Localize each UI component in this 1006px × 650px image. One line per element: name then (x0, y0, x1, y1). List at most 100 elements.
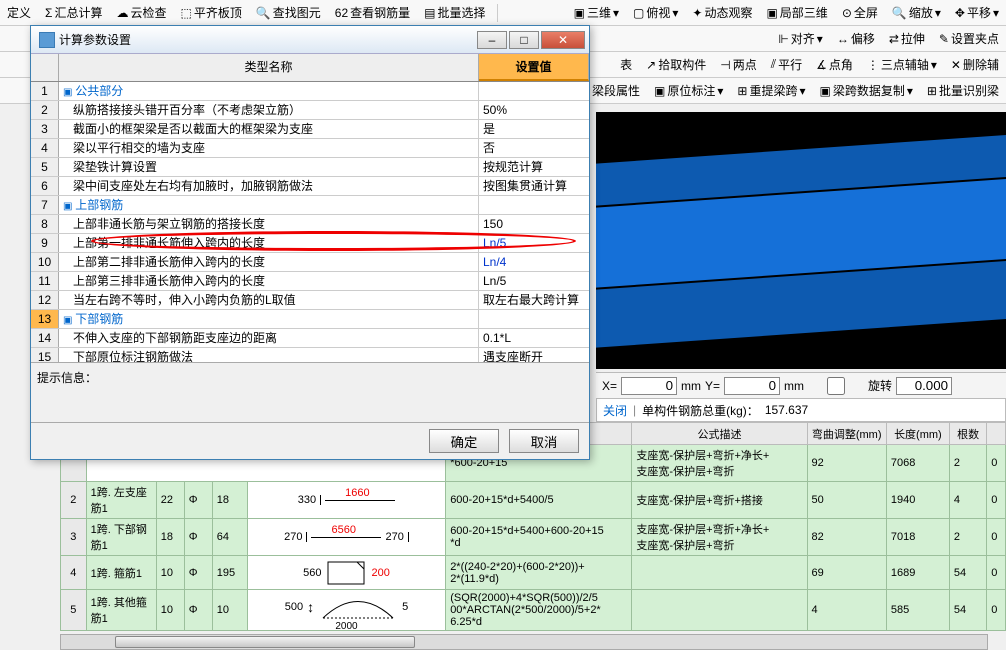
tool-flat[interactable]: ⬚ 平齐板顶 (177, 2, 244, 23)
cell-a[interactable]: 10 (156, 590, 184, 631)
tool-batchbeam[interactable]: ⊞ 批量识别梁 (924, 80, 1002, 101)
grid-row[interactable]: 4 梁以平行相交的墙为支座 否 (31, 139, 589, 158)
cell-b[interactable]: Φ (184, 482, 212, 519)
tool-full[interactable]: ⊙ 全屏 (839, 2, 881, 23)
grid-row[interactable]: 9 上部第一排非通长筋伸入跨内的长度 Ln/5 (31, 234, 589, 253)
row-value[interactable]: Ln/4 (479, 253, 589, 271)
cell-a[interactable]: 10 (156, 556, 184, 590)
tool-3pt[interactable]: ⋮ 三点辅轴 ▾ (864, 54, 940, 75)
tool-define[interactable]: 定义 (4, 2, 34, 23)
cell-len[interactable]: 7018 (886, 519, 949, 556)
cell-len[interactable]: 7068 (886, 445, 949, 482)
row-value[interactable]: 按规范计算 (479, 158, 589, 176)
tool-local3d[interactable]: ▣ 局部三维 (763, 2, 830, 23)
cell-name[interactable]: 1跨. 其他箍筋1 (86, 590, 156, 631)
close-button[interactable]: ✕ (541, 31, 585, 49)
tool-pick[interactable]: ↗ 拾取构件 (643, 54, 709, 75)
row-name[interactable]: 上部非通长筋与架立钢筋的搭接长度 (59, 215, 479, 233)
viewport-3d[interactable] (596, 112, 1006, 369)
ok-button[interactable]: 确定 (429, 429, 499, 453)
tool-beamprop[interactable]: 梁段属性 (589, 80, 643, 101)
table-row[interactable]: 3 1跨. 下部钢筋1 18 Φ 64 270 6560 270 600-20+… (61, 519, 1006, 556)
cell-desc[interactable] (632, 556, 807, 590)
grid-row[interactable]: 12 当左右跨不等时，伸入小跨内负筋的L取值 取左右最大跨计算 (31, 291, 589, 310)
cell-a[interactable]: 22 (156, 482, 184, 519)
cell-desc[interactable] (632, 590, 807, 631)
cell-len[interactable]: 1940 (886, 482, 949, 519)
tool-batch[interactable]: ▤ 批量选择 (421, 2, 488, 23)
tool-2pt[interactable]: ⊣ 两点 (717, 54, 759, 75)
grid-row[interactable]: 6 梁中间支座处左右均有加腋时，加腋钢筋做法 按图集贯通计算 (31, 177, 589, 196)
row-name[interactable]: 不伸入支座的下部钢筋距支座边的距离 (59, 329, 479, 347)
tool-stretch[interactable]: ⇄ 拉伸 (886, 28, 928, 49)
table-row[interactable]: 2 1跨. 左支座筋1 22 Φ 18 330 1660 600-20+15*d… (61, 482, 1006, 519)
rotate-input[interactable] (896, 377, 952, 395)
tool-find[interactable]: 🔍 查找图元 (253, 2, 324, 23)
cell-a[interactable]: 18 (156, 519, 184, 556)
row-value[interactable]: 0.1*L (479, 329, 589, 347)
row-value[interactable] (479, 82, 589, 100)
grid-row[interactable]: 5 梁垫铁计算设置 按规范计算 (31, 158, 589, 177)
cell-bend[interactable]: 50 (807, 482, 886, 519)
table-row[interactable]: 4 1跨. 箍筋1 10 Φ 195 560 200 2*((240-2*20)… (61, 556, 1006, 590)
tool-rebar[interactable]: 62 查看钢筋量 (332, 2, 413, 23)
col-bend[interactable]: 弯曲调整(mm) (807, 423, 886, 445)
grid-rows[interactable]: 1 公共部分 2 纵筋搭接接头错开百分率（不考虑架立筋） 50%3 截面小的框架… (31, 82, 589, 362)
cell-n[interactable]: 54 (949, 556, 986, 590)
tool-copyspan[interactable]: ▣ 梁跨数据复制 ▾ (817, 80, 916, 101)
row-name[interactable]: 下部钢筋 (59, 310, 479, 328)
tool-3d[interactable]: ▣ 三维 ▾ (571, 2, 622, 23)
dialog-titlebar[interactable]: 计算参数设置 – □ ✕ (31, 26, 589, 54)
cell-formula[interactable]: (SQR(2000)+4*SQR(500))/2/500*ARCTAN(2*50… (446, 590, 632, 631)
row-value[interactable]: 150 (479, 215, 589, 233)
cell-x[interactable]: 0 (987, 519, 1006, 556)
cell-bend[interactable]: 82 (807, 519, 886, 556)
col-len[interactable]: 长度(mm) (886, 423, 949, 445)
cell-x[interactable]: 0 (987, 482, 1006, 519)
row-value[interactable] (479, 310, 589, 328)
row-value[interactable]: 是 (479, 120, 589, 138)
row-value[interactable]: 遇支座断开 (479, 348, 589, 362)
maximize-button[interactable]: □ (509, 31, 539, 49)
cell-b[interactable]: Φ (184, 590, 212, 631)
grid-row[interactable]: 2 纵筋搭接接头错开百分率（不考虑架立筋） 50% (31, 101, 589, 120)
row-value[interactable] (479, 196, 589, 214)
tool-table[interactable]: 表 (617, 54, 635, 75)
cell-n[interactable]: 2 (949, 445, 986, 482)
cell-bend[interactable]: 4 (807, 590, 886, 631)
cell-shape[interactable]: 500↕ 5 2000 (247, 590, 445, 631)
row-name[interactable]: 下部原位标注钢筋做法 (59, 348, 479, 362)
cell-name[interactable]: 1跨. 左支座筋1 (86, 482, 156, 519)
row-name[interactable]: 公共部分 (59, 82, 479, 100)
cell-bend[interactable]: 69 (807, 556, 886, 590)
tool-dynamic[interactable]: ✦ 动态观察 (689, 2, 755, 23)
cell-shape[interactable]: 330 1660 (247, 482, 445, 519)
cell-name[interactable]: 1跨. 箍筋1 (86, 556, 156, 590)
cell-formula[interactable]: 600-20+15*d+5400/5 (446, 482, 632, 519)
cell-desc[interactable]: 支座宽-保护层+弯折+净长+支座宽-保护层+弯折 (632, 519, 807, 556)
row-name[interactable]: 纵筋搭接接头错开百分率（不考虑架立筋） (59, 101, 479, 119)
minimize-button[interactable]: – (477, 31, 507, 49)
grid-row[interactable]: 10 上部第二排非通长筋伸入跨内的长度 Ln/4 (31, 253, 589, 272)
x-input[interactable] (621, 377, 677, 395)
cell-shape[interactable]: 560 200 (247, 556, 445, 590)
cell-formula[interactable]: 2*((240-2*20)+(600-2*20))+2*(11.9*d) (446, 556, 632, 590)
horizontal-scrollbar[interactable] (60, 634, 988, 650)
row-value[interactable]: 取左右最大跨计算 (479, 291, 589, 309)
grid-row[interactable]: 14 不伸入支座的下部钢筋距支座边的距离 0.1*L (31, 329, 589, 348)
cell-formula[interactable]: 600-20+15*d+5400+600-20+15*d (446, 519, 632, 556)
row-name[interactable]: 上部第三排非通长筋伸入跨内的长度 (59, 272, 479, 290)
tool-sum[interactable]: Σ 汇总计算 (42, 2, 105, 23)
row-name[interactable]: 梁以平行相交的墙为支座 (59, 139, 479, 157)
row-name[interactable]: 上部第二排非通长筋伸入跨内的长度 (59, 253, 479, 271)
cell-b[interactable]: Φ (184, 556, 212, 590)
cell-b[interactable]: Φ (184, 519, 212, 556)
grid-row[interactable]: 15 下部原位标注钢筋做法 遇支座断开 (31, 348, 589, 362)
rotate-checkbox[interactable] (808, 377, 864, 395)
y-input[interactable] (724, 377, 780, 395)
tool-cloud[interactable]: ☁ 云检查 (113, 2, 169, 23)
header-type[interactable]: 类型名称 (59, 54, 479, 81)
grid-row[interactable]: 7 上部钢筋 (31, 196, 589, 215)
row-name[interactable]: 梁中间支座处左右均有加腋时，加腋钢筋做法 (59, 177, 479, 195)
tool-grip[interactable]: ✎ 设置夹点 (936, 28, 1002, 49)
